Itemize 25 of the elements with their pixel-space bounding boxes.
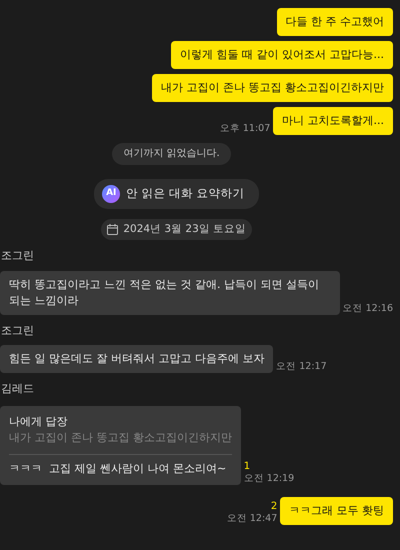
message-bubble: 내가 고집이 존나 똥고집 황소고집이긴하지만 [152,74,393,102]
message-bubble: 마니 고치도록할게... [273,107,393,135]
message-time: 오후 11:07 [220,123,270,135]
read-marker: 여기까지 읽었습니다. [112,143,231,164]
ai-icon: AI [102,184,120,202]
unread-count: 1 [244,460,250,473]
summary-button[interactable]: AI 안 읽은 대화 요약하기 [94,178,259,208]
sender-name: 조그린 [1,248,35,264]
sender-name: 김레드 [1,381,35,398]
reply-title: 나에게 답장 [9,414,68,430]
message-time: 오전 12:47 [226,512,278,525]
message-bubble: 다들 한 주 수고했어 [276,8,393,36]
message-text: ㅋㅋㅋ 고집 제일 쎈사람이 나여 몬소리여~ [9,460,228,477]
message-time: 오전 12:17 [276,361,327,374]
message-bubble: 딱히 똥고집이라고 느낀 적은 없는 것 같애. 납득이 되면 설득이 되는 느낌이라 [0,270,340,315]
calendar-icon [106,224,118,235]
message-time: 오전 12:16 [342,302,393,315]
message-bubble: 힘든 일 많은데도 잘 버텨줘서 고맙고 다음주에 보자 [0,345,274,374]
date-label: 2024년 3월 23일 토요일 [123,222,246,236]
unread-count: 2 [270,500,278,513]
quoted-message: 내가 고집이 존나 똥고집 황소고집이긴하지만 [9,430,232,446]
sender-name: 조그린 [1,322,35,339]
message-bubble: ㅋㅋ그래 모두 홧팅 [280,496,393,525]
message-bubble: 이렇게 힘둘 때 같이 있어조서 고맙다능... [171,41,393,69]
message-time: 오전 12:19 [244,472,294,485]
